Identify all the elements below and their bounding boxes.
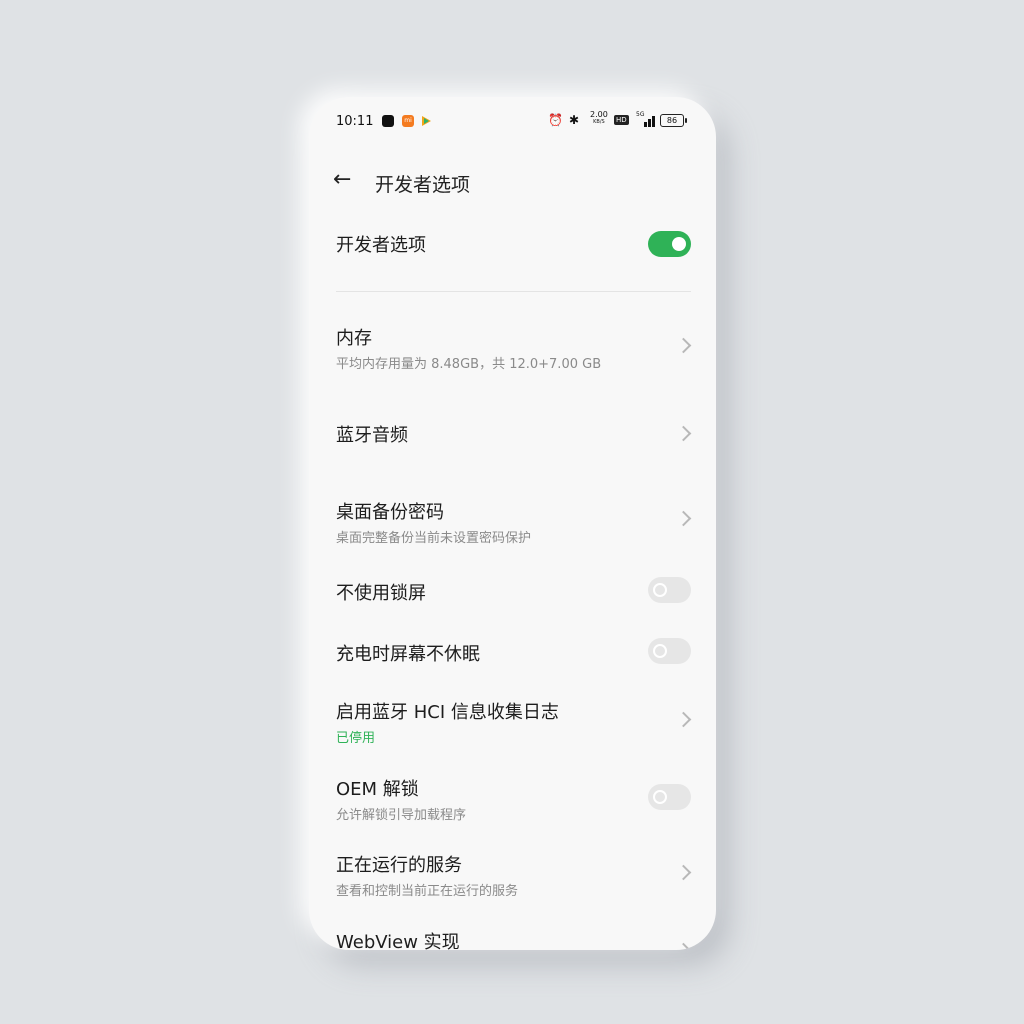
developer-options-row[interactable]: 开发者选项 (309, 223, 716, 263)
network-speed: 2.00 KB/S (590, 110, 608, 126)
chevron-right-icon (675, 510, 692, 527)
setting-label: 蓝牙音频 (336, 425, 408, 446)
setting-sub: 允许解锁引导加载程序 (336, 808, 467, 823)
setting-label: 不使用锁屏 (336, 583, 426, 604)
oem-unlock-toggle[interactable] (648, 784, 691, 810)
network-type: 5G (636, 111, 645, 118)
chevron-right-icon (675, 711, 692, 728)
page-title: 开发者选项 (375, 174, 471, 196)
speed-value: 2.00 (590, 110, 608, 119)
chevron-right-icon (675, 942, 692, 950)
setting-label: WebView 实现 (336, 932, 460, 950)
alarm-icon: ⏰ (548, 113, 563, 127)
stay-awake-row[interactable]: 充电时屏幕不休眠 (309, 634, 716, 674)
hd-icon: HD (614, 115, 629, 125)
setting-label: 开发者选项 (336, 235, 426, 256)
setting-sub: 查看和控制当前正在运行的服务 (336, 884, 519, 899)
oem-unlock-row[interactable]: OEM 解锁 允许解锁引导加载程序 (309, 770, 716, 830)
setting-label: 启用蓝牙 HCI 信息收集日志 (336, 702, 559, 723)
developer-options-toggle[interactable] (648, 231, 691, 257)
setting-label: 桌面备份密码 (336, 502, 444, 523)
setting-label: 正在运行的服务 (336, 855, 462, 876)
bluetooth-audio-row[interactable]: 蓝牙音频 (309, 415, 716, 455)
stay-awake-toggle[interactable] (648, 638, 691, 664)
webview-implementation-row[interactable]: WebView 实现 (309, 923, 716, 950)
setting-status: 已停用 (336, 731, 376, 746)
speed-unit: KB/S (593, 119, 605, 125)
chevron-right-icon (675, 864, 692, 881)
setting-sub: 平均内存用量为 8.48GB，共 12.0+7.00 GB (336, 357, 602, 372)
setting-label: 内存 (336, 328, 372, 349)
phone-screen: 10:11 mi ⏰ ✱ 2.00 KB/S HD 5G 86 ← 开发者选项 … (309, 97, 716, 950)
memory-row[interactable]: 内存 平均内存用量为 8.48GB，共 12.0+7.00 GB (309, 319, 716, 379)
setting-label: 充电时屏幕不休眠 (336, 644, 480, 665)
no-lock-screen-toggle[interactable] (648, 577, 691, 603)
no-lock-screen-row[interactable]: 不使用锁屏 (309, 573, 716, 613)
play-icon-inner (424, 118, 429, 124)
chevron-right-icon (675, 337, 692, 354)
bluetooth-hci-log-row[interactable]: 启用蓝牙 HCI 信息收集日志 已停用 (309, 693, 716, 753)
status-time: 10:11 (336, 114, 374, 129)
status-bar: 10:11 mi ⏰ ✱ 2.00 KB/S HD 5G 86 (309, 97, 716, 145)
chevron-right-icon (675, 425, 692, 442)
app-header: ← 开发者选项 (309, 157, 716, 207)
desktop-backup-password-row[interactable]: 桌面备份密码 桌面完整备份当前未设置密码保护 (309, 493, 716, 553)
divider (336, 291, 691, 292)
app-black-icon (382, 115, 394, 127)
mi-icon: mi (402, 115, 414, 127)
battery-icon: 86 (660, 114, 687, 127)
setting-sub: 桌面完整备份当前未设置密码保护 (336, 531, 532, 546)
running-services-row[interactable]: 正在运行的服务 查看和控制当前正在运行的服务 (309, 846, 716, 906)
bluetooth-icon: ✱ (569, 113, 580, 127)
arrow-left-icon[interactable]: ← (333, 168, 351, 192)
signal-icon: 5G (636, 111, 656, 127)
setting-label: OEM 解锁 (336, 779, 419, 800)
